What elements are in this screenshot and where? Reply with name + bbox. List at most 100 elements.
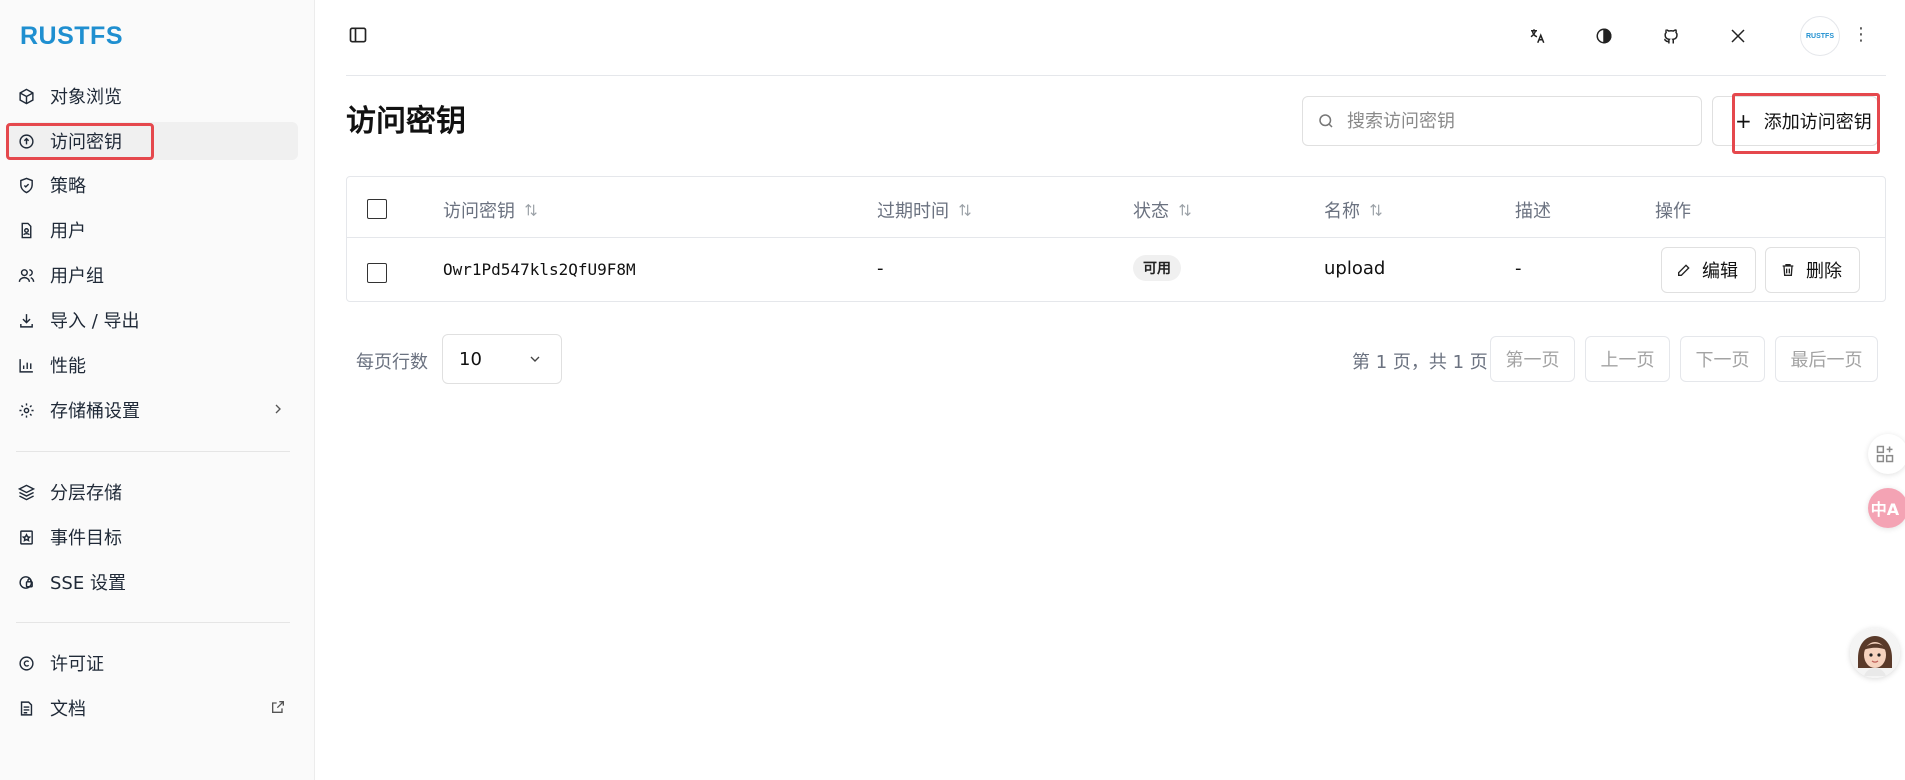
edit-label: 编辑 — [1702, 261, 1738, 282]
sidebar-divider — [16, 451, 290, 452]
next-page-button[interactable]: 下一页 — [1680, 336, 1765, 382]
search-input[interactable] — [1345, 109, 1689, 133]
column-header-access-key[interactable]: 访问密钥 — [443, 197, 539, 223]
search-icon — [1319, 114, 1333, 128]
theme-icon[interactable] — [1593, 25, 1615, 47]
users-icon — [16, 265, 36, 285]
sort-icon — [1368, 202, 1384, 218]
translate-float-icon[interactable]: 中A — [1868, 488, 1905, 528]
sidebar-item-import-export[interactable]: 导入 / 导出 — [8, 301, 298, 339]
column-header-name[interactable]: 名称 — [1324, 197, 1384, 223]
external-link-icon — [270, 699, 286, 720]
sidebar-item-license[interactable]: 许可证 — [8, 644, 298, 682]
rows-per-page-label: 每页行数 — [356, 352, 428, 373]
bookmark-icon — [16, 527, 36, 547]
sidebar-item-label: 访问密钥 — [50, 132, 122, 153]
column-header-expiry[interactable]: 过期时间 — [877, 197, 973, 223]
sidebar-item-policies[interactable]: 策略 — [8, 166, 298, 204]
table-header: 访问密钥 过期时间 状态 名称 描述 操作 — [347, 177, 1885, 238]
user-file-icon — [16, 220, 36, 240]
sidebar-item-label: 对象浏览 — [50, 87, 122, 108]
sidebar-item-label: 许可证 — [50, 654, 104, 675]
more-vertical-icon[interactable]: ⋮ — [1852, 24, 1870, 46]
sidebar-item-tiering[interactable]: 分层存储 — [8, 473, 298, 511]
sidebar-item-object-browser[interactable]: 对象浏览 — [8, 77, 298, 115]
logo[interactable]: RUSTFS — [20, 22, 123, 51]
apps-grid-icon[interactable] — [1868, 434, 1905, 474]
column-label: 操作 — [1655, 201, 1691, 222]
sidebar-toggle-icon[interactable] — [348, 25, 370, 47]
sidebar: RUSTFS 对象浏览 访问密钥 策略 用户 用户组 导入 / 导出 性能 存储… — [0, 0, 315, 780]
shield-lock-icon — [16, 572, 36, 592]
chevron-down-icon — [527, 351, 543, 372]
row-checkbox[interactable] — [367, 263, 387, 283]
status-badge: 可用 — [1133, 255, 1181, 281]
trash-icon — [1782, 264, 1794, 276]
header-divider — [346, 75, 1886, 76]
select-all-checkbox[interactable] — [367, 199, 387, 219]
edit-button[interactable]: 编辑 — [1661, 247, 1756, 293]
sidebar-item-users[interactable]: 用户 — [8, 211, 298, 249]
access-keys-table: 访问密钥 过期时间 状态 名称 描述 操作 Owr1Pd547kls2QfU9F… — [346, 176, 1886, 302]
github-icon[interactable] — [1660, 25, 1682, 47]
prev-page-button[interactable]: 上一页 — [1585, 336, 1670, 382]
sidebar-item-docs[interactable]: 文档 — [8, 689, 298, 727]
sidebar-item-label: 用户 — [50, 221, 86, 242]
sidebar-item-event-targets[interactable]: 事件目标 — [8, 518, 298, 556]
sidebar-item-label: 存储桶设置 — [50, 401, 140, 422]
sort-icon — [957, 202, 973, 218]
gear-icon — [16, 400, 36, 420]
sidebar-item-bucket-settings[interactable]: 存储桶设置 — [8, 391, 298, 429]
column-label: 状态 — [1133, 201, 1169, 222]
rows-per-page-value: 10 — [459, 348, 482, 370]
column-label: 名称 — [1324, 201, 1360, 222]
avatar[interactable]: RUSTFS — [1800, 16, 1840, 56]
sidebar-item-label: SSE 设置 — [50, 573, 126, 594]
sidebar-item-label: 策略 — [50, 176, 86, 197]
download-icon — [16, 310, 36, 330]
bar-chart-icon — [16, 355, 36, 375]
column-header-description: 描述 — [1515, 197, 1551, 223]
chevron-right-icon — [270, 401, 286, 422]
sidebar-item-label: 分层存储 — [50, 483, 122, 504]
first-page-button[interactable]: 第一页 — [1490, 336, 1575, 382]
rows-per-page-select[interactable]: 10 — [442, 334, 562, 384]
sidebar-item-sse-settings[interactable]: SSE 设置 — [8, 563, 298, 601]
sidebar-item-label: 用户组 — [50, 266, 104, 287]
copyright-icon — [16, 653, 36, 673]
assistant-avatar[interactable] — [1850, 628, 1900, 678]
sidebar-item-groups[interactable]: 用户组 — [8, 256, 298, 294]
sidebar-item-performance[interactable]: 性能 — [8, 346, 298, 384]
column-label: 描述 — [1515, 201, 1551, 222]
delete-label: 删除 — [1806, 261, 1842, 282]
cube-icon — [16, 86, 36, 106]
sort-icon — [1177, 202, 1193, 218]
column-label: 过期时间 — [877, 201, 949, 222]
sidebar-item-label: 事件目标 — [50, 528, 122, 549]
sidebar-item-label: 导入 / 导出 — [50, 311, 140, 332]
sidebar-item-label: 文档 — [50, 699, 86, 720]
column-header-status[interactable]: 状态 — [1133, 197, 1193, 223]
sidebar-item-label: 性能 — [50, 356, 86, 377]
sidebar-item-access-keys[interactable]: 访问密钥 — [8, 122, 298, 160]
page-info: 第 1 页，共 1 页 — [1352, 352, 1488, 373]
plus-icon: + — [1735, 109, 1752, 133]
column-header-actions: 操作 — [1655, 197, 1691, 223]
translate-badge-text: 中A — [1870, 500, 1900, 519]
layers-icon — [16, 482, 36, 502]
name-cell: upload — [1324, 258, 1386, 279]
x-icon[interactable] — [1727, 25, 1749, 47]
shield-icon — [16, 175, 36, 195]
add-access-key-button[interactable]: + 添加访问密钥 — [1712, 96, 1878, 146]
search-box[interactable] — [1302, 96, 1702, 146]
add-access-key-label: 添加访问密钥 — [1763, 112, 1872, 133]
column-label: 访问密钥 — [443, 201, 515, 222]
document-icon — [16, 698, 36, 718]
access-key-cell: Owr1Pd547kls2QfU9F8M — [443, 260, 636, 279]
pencil-icon — [1678, 264, 1690, 276]
last-page-button[interactable]: 最后一页 — [1775, 336, 1878, 382]
expiry-cell: - — [877, 258, 884, 279]
delete-button[interactable]: 删除 — [1765, 247, 1860, 293]
translate-icon[interactable] — [1526, 25, 1548, 47]
key-circle-icon — [16, 131, 36, 151]
